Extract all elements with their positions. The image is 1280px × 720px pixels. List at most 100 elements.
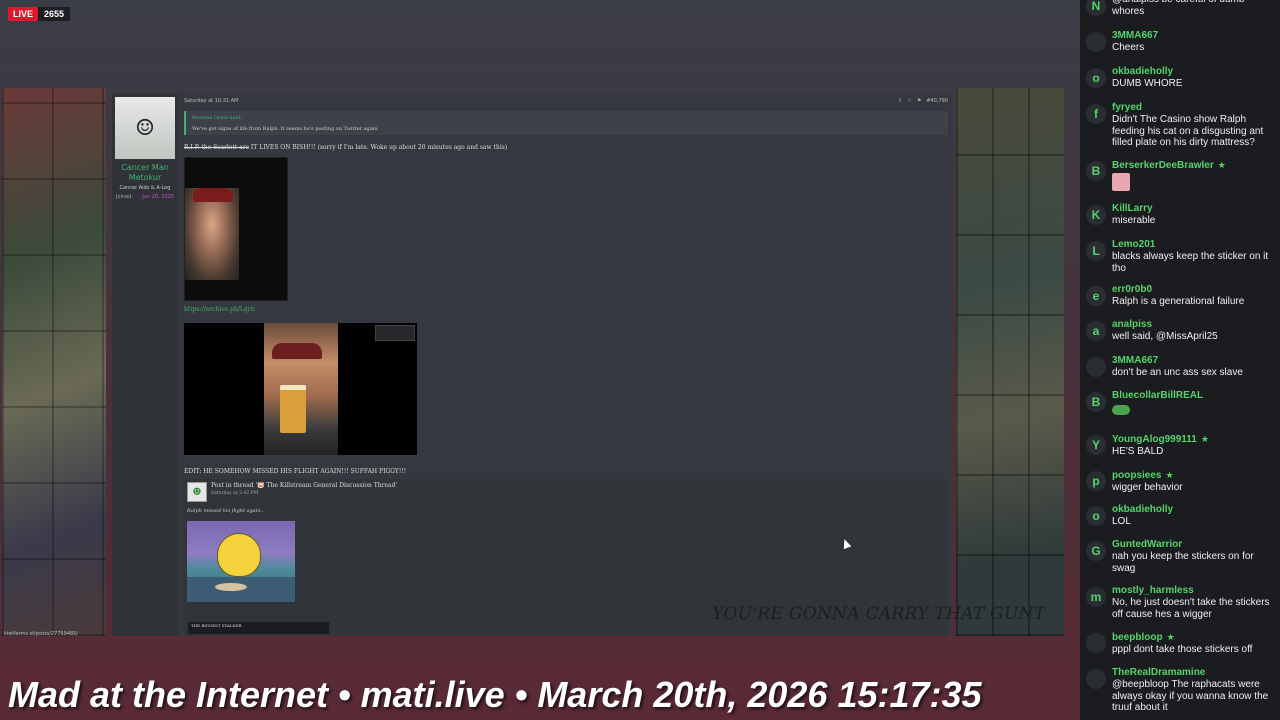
chat-username[interactable]: Lemo201 <box>1112 239 1276 251</box>
chat-avatar[interactable] <box>1086 32 1106 52</box>
tweet-screenshot[interactable] <box>184 157 288 301</box>
chat-username[interactable]: KillLarry <box>1112 203 1276 215</box>
chat-avatar[interactable]: o <box>1086 68 1106 88</box>
chat-username[interactable]: GuntedWarrior <box>1112 539 1276 551</box>
thread-title[interactable]: Post in thread '🐷 The Killstream General… <box>211 482 397 489</box>
chat-text: HE'S BALD <box>1112 446 1164 457</box>
chat-username[interactable]: analpiss <box>1112 319 1276 331</box>
chat-username[interactable]: BerserkerDeeBrawler ★ <box>1112 159 1276 172</box>
chat-username-text[interactable]: beepbloop <box>1112 632 1163 643</box>
chat-username-text[interactable]: fyryed <box>1112 102 1142 113</box>
pepe-emote <box>1112 405 1130 415</box>
chat-username-text[interactable]: err0r0b0 <box>1112 284 1152 295</box>
report-icon[interactable]: ⚑ <box>917 98 921 104</box>
chat-username-text[interactable]: Lemo201 <box>1112 239 1155 250</box>
thread-date: Saturday at 2:42 PM <box>211 491 259 496</box>
chat-text: nah you keep the stickers on for swag <box>1112 551 1254 574</box>
user-avatar[interactable]: ☺ <box>115 97 175 159</box>
chat-username-text[interactable]: 3MMA667 <box>1112 355 1158 366</box>
embedded-video[interactable] <box>184 323 417 455</box>
subscriber-star-icon: ★ <box>1165 470 1174 480</box>
chat-username-text[interactable]: BluecollarBillREAL <box>1112 390 1203 401</box>
subscriber-star-icon: ★ <box>1166 632 1175 642</box>
chat-avatar[interactable]: o <box>1086 506 1106 526</box>
chat-message: f fyryed Didn't The Casino show Ralph feed… <box>1080 102 1280 149</box>
stream-watermark: YOU'RE GONNA CARRY THAT GUNT <box>712 604 1046 624</box>
chat-username-text[interactable]: mostly_harmless <box>1112 585 1194 596</box>
chat-username[interactable]: mostly_harmless <box>1112 585 1276 597</box>
chat-avatar[interactable] <box>1086 669 1106 689</box>
chat-username[interactable]: YoungAlog999111 ★ <box>1112 433 1276 446</box>
chat-avatar[interactable]: B <box>1086 161 1106 181</box>
chat-message: o okbadieholly DUMB WHORE <box>1080 66 1280 90</box>
chat-username-text[interactable]: poopsiees <box>1112 470 1161 481</box>
chat-avatar[interactable]: G <box>1086 541 1106 561</box>
chat-message: o okbadieholly LOL <box>1080 504 1280 528</box>
chat-username[interactable]: 3MMA667 <box>1112 30 1276 42</box>
chat-username[interactable]: beepbloop ★ <box>1112 631 1276 644</box>
chat-message: B BerserkerDeeBrawler ★ <box>1080 159 1280 191</box>
chat-message: e err0r0b0 Ralph is a generational failure <box>1080 284 1280 308</box>
chat-avatar[interactable]: Y <box>1086 435 1106 455</box>
thread-quote: Ralph missed his flight again.. <box>187 508 264 514</box>
bookmark-icon[interactable]: ☆ <box>907 98 911 104</box>
chat-panel: N @analpiss be careful of dumb whores 3MMA… <box>1080 0 1280 720</box>
live-label: LIVE <box>8 7 39 21</box>
post-user-column: ☺ Cancer Man Metokur Cancer Aids & A-Log… <box>112 93 178 636</box>
chat-avatar[interactable]: K <box>1086 205 1106 225</box>
chat-avatar[interactable]: m <box>1086 587 1106 607</box>
post-text-line: R.I.P. the Scarlett arc IT LIVES ON BISH… <box>184 144 948 151</box>
chat-username-text[interactable]: okbadieholly <box>1112 66 1173 77</box>
chat-text: Cheers <box>1112 42 1145 53</box>
chat-username-text[interactable]: analpiss <box>1112 319 1152 330</box>
chat-username[interactable]: okbadieholly <box>1112 66 1276 78</box>
chat-avatar[interactable]: B <box>1086 392 1106 412</box>
chat-username-text[interactable]: TheRealDramamine <box>1112 667 1205 678</box>
chat-avatar[interactable]: a <box>1086 321 1106 341</box>
chat-username[interactable]: err0r0b0 <box>1112 284 1276 296</box>
ralph-wiggum-image[interactable] <box>187 521 295 602</box>
post-body: Saturday at 10:31 AM ⇪ ☆ ⚑ #40,790 Perso… <box>184 93 948 636</box>
chat-username[interactable]: fyryed <box>1112 102 1276 114</box>
chat-avatar[interactable]: e <box>1086 286 1106 306</box>
chat-message: p poopsiees ★ wigger behavior <box>1080 469 1280 494</box>
chat-avatar[interactable]: L <box>1086 241 1106 261</box>
quote-author[interactable]: Persona Grata said: <box>192 115 942 121</box>
chat-avatar[interactable]: p <box>1086 471 1106 491</box>
background-collage-left <box>2 88 106 636</box>
archive-link[interactable]: https://archive.ph/Lqrti <box>184 306 255 313</box>
post-number[interactable]: #40,790 <box>926 98 948 104</box>
chat-message: K KillLarry miserable <box>1080 203 1280 227</box>
thread-avatar[interactable]: ☻ <box>187 482 207 502</box>
chat-message: TheRealDramamine @beepbloop The raphacats… <box>1080 667 1280 714</box>
chat-username-text[interactable]: 3MMA667 <box>1112 30 1158 41</box>
chat-username[interactable]: TheRealDramamine <box>1112 667 1276 679</box>
quote-block: Persona Grata said: We've got signs of l… <box>184 111 948 135</box>
chat-username[interactable]: 3MMA667 <box>1112 355 1276 367</box>
chat-username-text[interactable]: YoungAlog999111 <box>1112 434 1197 445</box>
chat-message: m mostly_harmless No, he just doesn't take… <box>1080 585 1280 620</box>
chat-emote <box>1112 173 1130 191</box>
chat-avatar[interactable]: f <box>1086 104 1106 124</box>
chat-username-text[interactable]: KillLarry <box>1112 203 1153 214</box>
chat-username-text[interactable]: okbadieholly <box>1112 504 1173 515</box>
joined-label: Joined: <box>116 194 134 200</box>
chat-username[interactable]: BluecollarBillREAL <box>1112 390 1276 402</box>
chat-username[interactable]: poopsiees ★ <box>1112 469 1276 482</box>
subscriber-star-icon: ★ <box>1217 160 1226 170</box>
chat-avatar[interactable] <box>1086 357 1106 377</box>
viewer-count: 2655 <box>38 7 71 21</box>
chat-username-text[interactable]: GuntedWarrior <box>1112 539 1182 550</box>
chat-message: a analpiss well said, @MissApril25 <box>1080 319 1280 343</box>
chat-avatar[interactable]: N <box>1086 0 1106 16</box>
background-collage-right <box>956 88 1064 636</box>
post-username[interactable]: Cancer Man Metokur <box>112 163 178 183</box>
stream-title: Mad at the Internet • mati.live • March … <box>8 674 982 715</box>
chat-avatar[interactable] <box>1086 633 1106 653</box>
share-icon[interactable]: ⇪ <box>898 98 902 104</box>
chat-username[interactable]: okbadieholly <box>1112 504 1276 516</box>
stalker-embed[interactable]: THE BIGGEST STALKER <box>187 621 330 635</box>
chat-username-text[interactable]: BerserkerDeeBrawler <box>1112 160 1214 171</box>
post-date[interactable]: Saturday at 10:31 AM <box>184 98 238 104</box>
video-beer-glass <box>280 385 306 433</box>
